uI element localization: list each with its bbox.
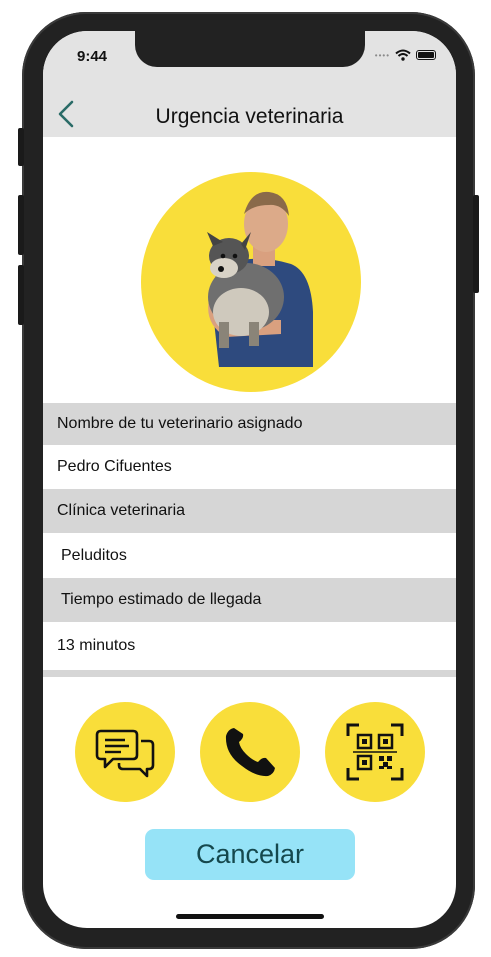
notch bbox=[135, 31, 365, 67]
vet-name-value: Pedro Cifuentes bbox=[43, 445, 456, 489]
qr-button[interactable] bbox=[325, 702, 425, 802]
signal-icon: •••• bbox=[374, 50, 390, 60]
battery-icon bbox=[416, 50, 436, 60]
home-indicator bbox=[176, 914, 324, 919]
clinic-value: Peluditos bbox=[43, 533, 456, 578]
vet-photo bbox=[207, 191, 313, 367]
eta-value: 13 minutos bbox=[43, 622, 456, 670]
header-bar: 9:44 •••• Urgencia veterinaria bbox=[43, 31, 456, 137]
vet-avatar bbox=[141, 172, 361, 392]
chat-button[interactable] bbox=[75, 702, 175, 802]
call-button[interactable] bbox=[200, 702, 300, 802]
vet-name-label: Nombre de tu veterinario asignado bbox=[43, 403, 456, 445]
volume-up-button bbox=[18, 195, 24, 255]
eta-label: Tiempo estimado de llegada bbox=[43, 578, 456, 622]
phone-icon bbox=[225, 728, 275, 777]
section-divider bbox=[43, 670, 456, 677]
wifi-icon bbox=[395, 49, 411, 61]
status-icons: •••• bbox=[375, 49, 436, 61]
qr-code-icon bbox=[346, 723, 404, 781]
app-screen: 9:44 •••• Urgencia veterinaria Nombre de… bbox=[43, 31, 456, 928]
volume-down-button bbox=[18, 265, 24, 325]
power-button bbox=[473, 195, 479, 293]
page-title: Urgencia veterinaria bbox=[155, 105, 344, 128]
cancel-button[interactable]: Cancelar bbox=[145, 829, 355, 880]
clinic-label: Clínica veterinaria bbox=[43, 489, 456, 533]
chat-bubbles-icon bbox=[95, 729, 155, 778]
status-time: 9:44 bbox=[77, 48, 108, 65]
mute-switch bbox=[18, 128, 24, 166]
